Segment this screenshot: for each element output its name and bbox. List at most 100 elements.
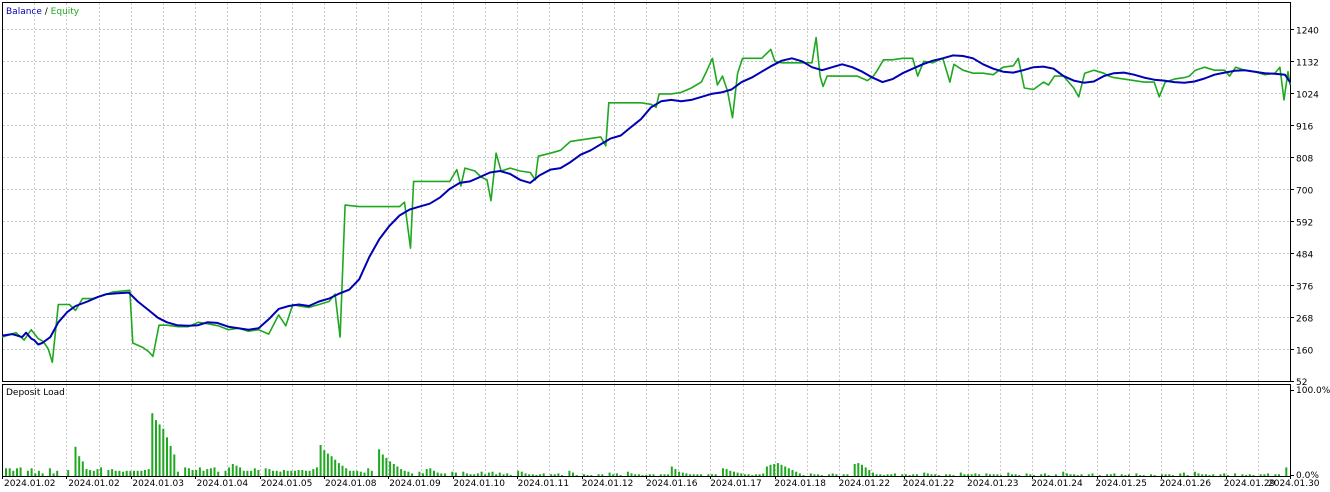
deposit-load-bar <box>466 473 468 476</box>
deposit-load-bar <box>126 471 128 476</box>
deposit-load-bar <box>715 474 717 476</box>
deposit-load-bar <box>484 474 486 476</box>
deposit-load-bar <box>232 464 234 476</box>
deposit-load-bar <box>539 474 541 476</box>
deposit-load-bar <box>287 471 289 476</box>
deposit-load-bar <box>429 468 431 476</box>
deposit-load-bar <box>535 475 537 476</box>
deposit-load-bar <box>1099 475 1101 476</box>
deposit-load-bar <box>1092 473 1094 476</box>
deposit-load-bar <box>151 413 153 476</box>
deposit-load-bar <box>309 471 311 476</box>
deposit-load-bar <box>353 471 355 476</box>
deposit-load-bar <box>495 474 497 476</box>
deposit-load-bar <box>1263 474 1265 476</box>
deposit-load-bar <box>561 475 563 476</box>
deposit-load-bar <box>1154 475 1156 476</box>
deposit-load-bar <box>773 464 775 476</box>
deposit-load-bar <box>16 468 18 476</box>
deposit-load-bar <box>576 475 578 476</box>
deposit-load-bar <box>462 472 464 476</box>
deposit-load-bar <box>272 471 274 476</box>
x-axis-date-label: 2024.01.04 <box>197 479 249 488</box>
deposit-load-bar <box>1081 474 1083 476</box>
deposit-load-bar <box>206 469 208 476</box>
deposit-load-bar <box>148 469 150 476</box>
deposit-load-bar <box>192 470 194 476</box>
deposit-load-bar <box>488 473 490 476</box>
deposit-load-bar <box>609 473 611 476</box>
deposit-load-bar <box>1241 474 1243 476</box>
deposit-load-bar <box>298 470 300 476</box>
x-axis-date-label: 2024.01.22 <box>903 479 955 488</box>
deposit-load-bar <box>367 468 369 476</box>
deposit-load-bar <box>396 467 398 477</box>
chart-legend: Balance / Equity <box>6 7 80 17</box>
deposit-load-bar <box>1205 474 1207 476</box>
deposit-load-bar <box>1066 473 1068 476</box>
deposit-load-bar <box>770 465 772 476</box>
deposit-load-bar <box>385 458 387 476</box>
deposit-load-bar <box>290 471 292 476</box>
deposit-load-bar <box>835 474 837 476</box>
deposit-load-bar <box>781 465 783 476</box>
deposit-load-bar <box>225 471 227 476</box>
deposit-load-bar <box>872 473 874 476</box>
deposit-load-panel: Deposit Load100.0%0.0% <box>3 385 1330 482</box>
main-y-tick-label: 376 <box>1296 283 1313 293</box>
deposit-load-bar <box>1121 474 1123 476</box>
deposit-load-bar <box>184 467 186 476</box>
deposit-load-bar <box>239 467 241 476</box>
deposit-load-bar <box>444 473 446 476</box>
deposit-load-bar <box>320 445 322 476</box>
deposit-load-bar <box>342 466 344 476</box>
deposit-load-bar <box>1106 474 1108 476</box>
deposit-load-bar <box>1212 474 1214 476</box>
date-axis: 2024.01.022024.01.022024.01.032024.01.04… <box>3 476 1320 488</box>
deposit-load-bar <box>1070 474 1072 476</box>
deposit-load-bar <box>82 461 84 476</box>
deposit-load-bar <box>1040 474 1042 476</box>
deposit-load-bar <box>268 469 270 476</box>
deposit-load-bar <box>144 470 146 476</box>
deposit-load-bar <box>799 473 801 476</box>
deposit-load-bar <box>34 473 36 476</box>
deposit-load-bar <box>492 472 494 476</box>
deposit-load-bar <box>517 471 519 476</box>
deposit-load-bar <box>803 475 805 476</box>
deposit-load-bar <box>236 466 238 476</box>
deposit-load-bar <box>49 468 51 476</box>
deposit-load-bar <box>711 474 713 476</box>
deposit-load-bar <box>440 473 442 476</box>
main-y-tick-label: 1240 <box>1296 27 1319 37</box>
deposit-load-bar <box>173 455 175 477</box>
deposit-load-bar <box>1110 474 1112 476</box>
deposit-load-bar <box>967 474 969 476</box>
deposit-load-bar <box>301 470 303 476</box>
deposit-load-bar <box>159 424 161 476</box>
x-axis-date-label: 2024.01.05 <box>261 479 313 488</box>
deposit-load-bar <box>477 473 479 476</box>
main-y-tick-label: 1024 <box>1296 91 1319 101</box>
deposit-load-bar <box>953 475 955 476</box>
deposit-load-bar <box>228 467 230 476</box>
deposit-load-bar <box>20 467 22 476</box>
deposit-load-bar <box>916 474 918 476</box>
deposit-load-bar <box>254 468 256 476</box>
deposit-load-bar <box>382 455 384 477</box>
deposit-load-bar <box>294 471 296 476</box>
deposit-load-bar <box>107 470 109 476</box>
deposit-load-bar <box>861 465 863 476</box>
deposit-load-bar <box>140 471 142 476</box>
legend-balance-label: Balance <box>6 7 42 17</box>
balance-equity-panel: 52160268376484592700808916102411321240Ba… <box>2 3 1319 389</box>
deposit-load-bar <box>777 463 779 476</box>
deposit-load-bar <box>1161 474 1163 476</box>
deposit-load-bar <box>400 469 402 476</box>
deposit-load-bar <box>338 463 340 476</box>
deposit-load-bar <box>305 471 307 476</box>
deposit-load-bar <box>1249 474 1251 476</box>
x-axis-date-label: 2024.01.08 <box>325 479 377 488</box>
deposit-load-bar <box>828 474 830 476</box>
deposit-load-bar <box>42 473 44 476</box>
